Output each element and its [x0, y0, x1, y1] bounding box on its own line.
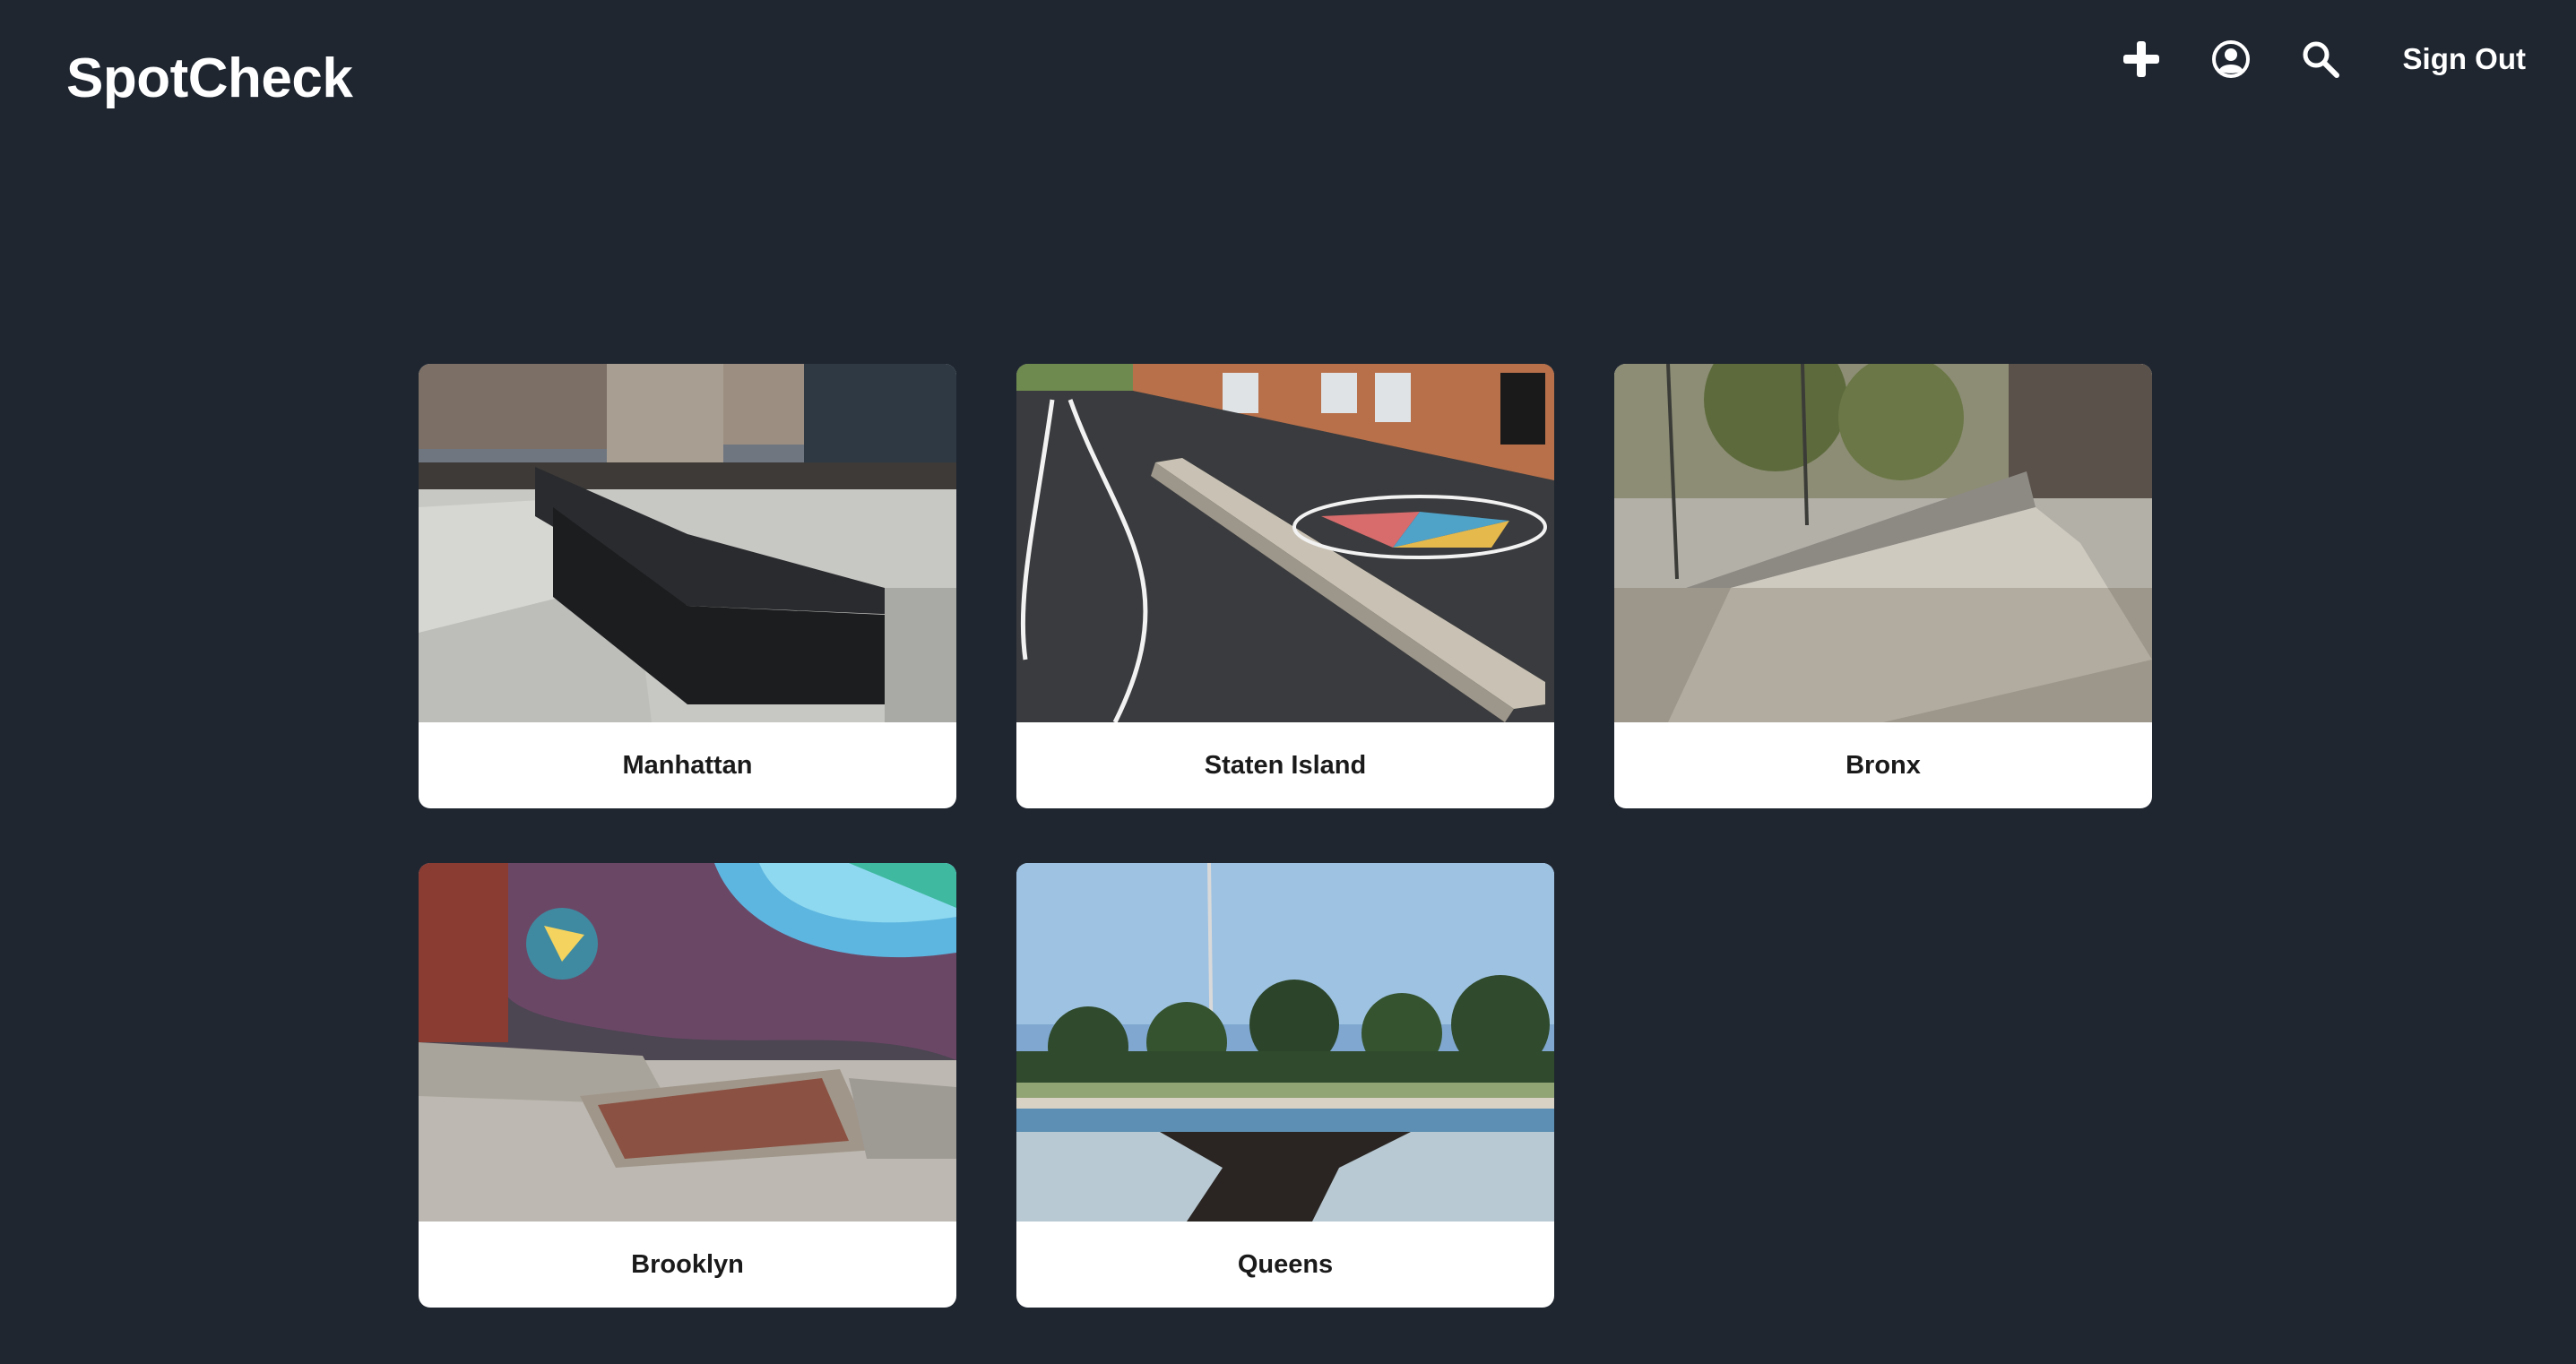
- user-circle-icon[interactable]: [2206, 34, 2256, 84]
- borough-name: Manhattan: [622, 750, 753, 780]
- search-icon[interactable]: [2295, 34, 2346, 84]
- app-title[interactable]: SpotCheck: [66, 43, 353, 115]
- staten-island-photo[interactable]: [1016, 364, 1554, 722]
- borough-card-manhattan[interactable]: Manhattan: [419, 364, 956, 808]
- page: SpotCheck Sign Out Manhattan Staten Isla…: [0, 0, 2576, 1364]
- borough-grid: Manhattan Staten Island Bronx Brooklyn Q…: [419, 364, 2152, 1308]
- borough-card-staten-island[interactable]: Staten Island: [1016, 364, 1554, 808]
- top-nav: Sign Out: [2116, 23, 2526, 95]
- borough-name: Bronx: [1846, 750, 1921, 780]
- plus-icon[interactable]: [2116, 34, 2166, 84]
- bronx-photo[interactable]: [1614, 364, 2152, 722]
- manhattan-photo[interactable]: [419, 364, 956, 722]
- borough-name: Queens: [1237, 1249, 1334, 1279]
- borough-card-queens[interactable]: Queens: [1016, 863, 1554, 1308]
- queens-photo[interactable]: [1016, 863, 1554, 1222]
- borough-card-brooklyn[interactable]: Brooklyn: [419, 863, 956, 1308]
- borough-card-bronx[interactable]: Bronx: [1614, 364, 2152, 808]
- sign-out-link[interactable]: Sign Out: [2403, 42, 2526, 76]
- brooklyn-photo[interactable]: [419, 863, 956, 1222]
- borough-name: Staten Island: [1204, 750, 1367, 780]
- borough-name: Brooklyn: [631, 1249, 744, 1279]
